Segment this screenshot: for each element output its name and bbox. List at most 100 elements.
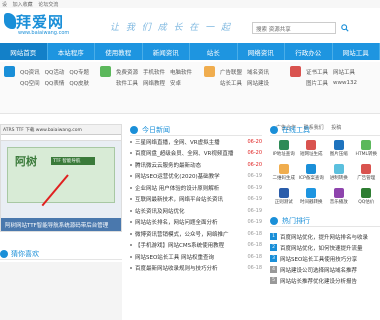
subnav-link[interactable]: 手机软件: [143, 68, 165, 76]
tool-item[interactable]: 时间戳转换: [298, 188, 326, 209]
site-slogan: 让 我 们 成 长 在 一 起: [110, 23, 233, 33]
subnav-link[interactable]: 安卓: [170, 79, 181, 87]
tool-label: 进制转换: [329, 176, 348, 181]
top-link[interactable]: 加入收藏: [13, 2, 33, 8]
news-title[interactable]: 网站SEO运营优化(2020)基础教学: [135, 172, 245, 180]
news-item[interactable]: 网站站长排名，网站问题全面分析 06-19: [130, 217, 262, 229]
news-title[interactable]: 网站SEO站长工具 网站权重查询: [135, 253, 245, 261]
bullet-dot-icon: [130, 221, 132, 224]
rank-title[interactable]: 百度网站优化，提升网站排名与收录: [280, 233, 368, 241]
news-date: 06-19: [247, 219, 262, 226]
section-title: 今日新闻: [142, 125, 170, 134]
tool-item[interactable]: ICP备案查询: [298, 164, 326, 185]
subnav-link[interactable]: QQ专题: [69, 68, 89, 76]
news-title[interactable]: 百度最新网站收录规则与技巧分析: [135, 264, 245, 272]
slide-caption[interactable]: 阿树网站TTF智能导航系统源码带后台管理: [1, 218, 121, 231]
subnav-link[interactable]: 域名资讯: [247, 68, 269, 76]
top-link[interactable]: 设: [2, 2, 7, 8]
subnav-link[interactable]: 软件工具: [116, 79, 138, 87]
subnav-link[interactable]: 网站建设: [247, 79, 269, 87]
news-item[interactable]: 站长资讯及网站优化 06-19: [130, 205, 262, 217]
subnav-link[interactable]: 网站工具: [333, 68, 355, 76]
subnav-link[interactable]: QQ皮肤: [69, 79, 89, 87]
news-title[interactable]: 三星网络直播，全网、VR虚拟主播: [135, 138, 245, 146]
subnav-link[interactable]: www132: [333, 80, 357, 86]
tool-item[interactable]: 短网址生成: [298, 140, 326, 161]
rank-item[interactable]: 2 百度网站优化，如何快速提升流量: [270, 242, 380, 253]
rank-item[interactable]: 3 网站SEO站长工具使用技巧分享: [270, 253, 380, 264]
tool-item[interactable]: QQ估价: [353, 188, 380, 209]
tool-item[interactable]: HTML转换: [353, 140, 380, 161]
news-item[interactable]: 腾讯微云云服务的最新动态 06-20: [130, 159, 262, 171]
tool-icon: [278, 140, 289, 150]
rank-title[interactable]: 网站站长推荐优化建设分析报告: [280, 277, 357, 285]
subnav-link[interactable]: 图片工具: [306, 79, 328, 87]
subnav-link[interactable]: 站长工具: [220, 79, 242, 87]
tool-item[interactable]: 进制转换: [325, 164, 353, 185]
news-item[interactable]: 微博资讯营销模式，公众号，网络推广 06-18: [130, 228, 262, 240]
tool-item[interactable]: 音乐播放: [325, 188, 353, 209]
tool-item[interactable]: IP地址查询: [270, 140, 298, 161]
subnav-link[interactable]: 网络教程: [143, 79, 165, 87]
bullet-dot-icon: [130, 267, 132, 270]
news-title[interactable]: 百度网盘_超级会员、全网、VR视频直播: [135, 149, 245, 157]
subnav-link[interactable]: QQ空间: [20, 79, 40, 87]
news-date: 06-19: [247, 184, 262, 191]
nav-item[interactable]: 网站工具: [333, 43, 380, 60]
site-logo[interactable]: 拜爱网 www.baiaiwang.com: [4, 11, 76, 37]
subnav-link[interactable]: 免费资源: [116, 68, 138, 76]
tool-label: 正则测试: [274, 200, 293, 205]
rank-item[interactable]: 1 百度网站优化，提升网站排名与收录: [270, 231, 380, 242]
news-item[interactable]: 三星网络直播，全网、VR虚拟主播 06-20: [130, 136, 262, 148]
news-title[interactable]: 站长资讯及网站优化: [135, 207, 245, 215]
news-title[interactable]: 网站站长排名，网站问题全面分析: [135, 218, 245, 226]
subnav-link[interactable]: QQ表情: [45, 79, 65, 87]
nav-item[interactable]: 使用教程: [95, 43, 143, 60]
subnav-link[interactable]: 证书工具: [306, 68, 328, 76]
news-item[interactable]: 百度网盘_超级会员、全网、VR视频直播 06-20: [130, 148, 262, 160]
nav-item[interactable]: 行政办公: [285, 43, 333, 60]
news-item[interactable]: 企业网站 用户体验的设计原则解析 06-19: [130, 182, 262, 194]
top-link[interactable]: 论坛交流: [38, 2, 58, 8]
news-item[interactable]: 互联网最新技术，网络平台站长资讯 06-19: [130, 194, 262, 206]
news-title[interactable]: 【手机游戏】网站CMS系统使用教程: [135, 241, 245, 249]
news-date: 06-18: [247, 253, 262, 260]
news-title[interactable]: 企业网站 用户体验的设计原则解析: [135, 184, 245, 192]
rank-title[interactable]: 网站SEO站长工具使用技巧分享: [280, 255, 357, 263]
news-date: 06-19: [247, 196, 262, 203]
news-title[interactable]: 互联网最新技术，网络平台站长资讯: [135, 195, 245, 203]
tool-label: QQ估价: [358, 200, 375, 205]
news-item[interactable]: 【手机游戏】网站CMS系统使用教程 06-18: [130, 240, 262, 252]
featured-slide[interactable]: ATRS TTF 下载 www.baiaiwang.com 阿树 TTF 智能导…: [0, 124, 122, 232]
news-item[interactable]: 百度最新网站收录规则与技巧分析 06-18: [130, 263, 262, 275]
rank-title[interactable]: 百度网站优化，如何快速提升流量: [280, 244, 363, 252]
tool-item[interactable]: 二维码生成: [270, 164, 298, 185]
nav-item[interactable]: 本站程序: [48, 43, 95, 60]
logo-title: 拜爱网: [16, 13, 65, 31]
news-item[interactable]: 网站SEO运营优化(2020)基础教学 06-19: [130, 171, 262, 183]
rank-title[interactable]: 网站建设公司选择网站域名推荐: [280, 266, 357, 274]
sub-nav: QQ资讯 QQ活动 QQ专题 QQ空间 QQ表情 QQ皮肤 免费资源 手机软件 电脑软件 软…: [0, 62, 380, 114]
news-date: 06-18: [247, 230, 262, 237]
nav-item[interactable]: 网络资讯: [238, 43, 285, 60]
tool-item[interactable]: 正则测试: [270, 188, 298, 209]
news-item[interactable]: 网站SEO站长工具 网站权重查询 06-18: [130, 251, 262, 263]
news-title[interactable]: 微博资讯营销模式，公众号，网络推广: [135, 230, 245, 238]
slide-toolbar: [1, 135, 121, 141]
news-title[interactable]: 腾讯微云云服务的最新动态: [135, 161, 245, 169]
search-icon[interactable]: [338, 22, 352, 34]
rank-item[interactable]: 4 网站建设公司选择网站域名推荐: [270, 264, 380, 275]
tool-item[interactable]: 广告管理: [353, 164, 380, 185]
nav-item-home[interactable]: 网站首页: [0, 43, 48, 60]
nav-item[interactable]: 站长: [190, 43, 238, 60]
subnav-link[interactable]: QQ活动: [45, 68, 65, 76]
subnav-link[interactable]: 广告联盟: [220, 68, 242, 76]
tool-item[interactable]: 图片压缩: [325, 140, 353, 161]
rank-item[interactable]: 5 网站站长推荐优化建设分析报告: [270, 275, 380, 286]
subnav-link[interactable]: 电脑软件: [170, 68, 192, 76]
slide-brand: 阿树: [15, 155, 37, 168]
tool-label: 短网址生成: [300, 152, 323, 157]
subnav-link[interactable]: QQ资讯: [20, 68, 40, 76]
search-input[interactable]: 搜索 资源共享: [252, 22, 336, 34]
nav-item[interactable]: 新闻资讯: [143, 43, 190, 60]
